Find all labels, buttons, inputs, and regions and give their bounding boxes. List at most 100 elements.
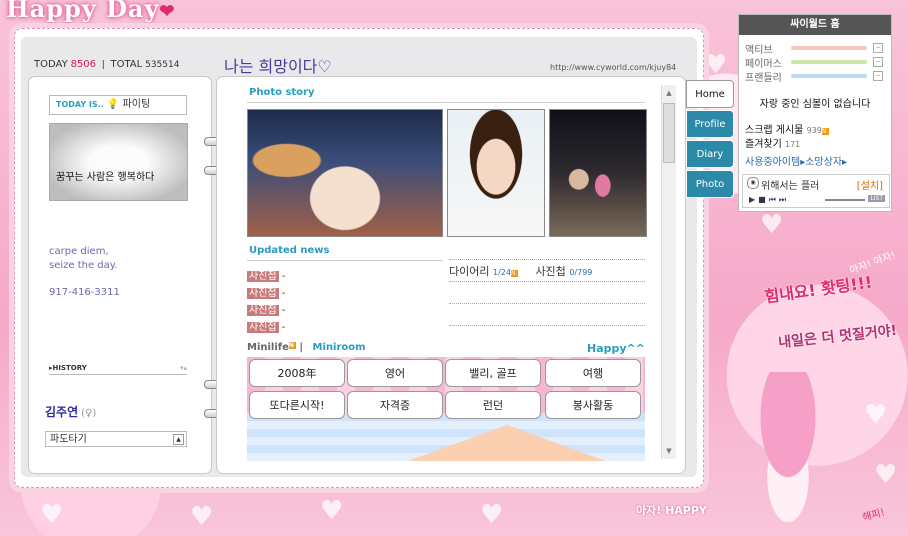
favorites-count: 171 <box>785 140 801 149</box>
new-badge-icon: N <box>288 342 296 349</box>
news-text: - <box>281 288 286 299</box>
total-label: TOTAL <box>110 59 143 70</box>
scroll-up-icon[interactable]: ▲ <box>663 87 675 99</box>
player-controls[interactable]: ▶■⏮⏭ <box>749 195 789 205</box>
minilife-header: MinilifeN | Miniroom <box>247 342 366 353</box>
homepage-title[interactable]: 나는 희망이다♡ <box>224 53 332 77</box>
dotted-divider <box>449 281 645 282</box>
heart-icon: ♥ <box>480 500 504 530</box>
speech-bubble[interactable]: 여행 <box>545 359 641 387</box>
photo-story-title[interactable]: Photo story <box>249 87 315 98</box>
today-is-box[interactable]: TODAY IS.. 💡 파이팅 <box>49 95 187 115</box>
heart-icon: ♥ <box>40 500 64 530</box>
main-scrollbar[interactable]: ▲ ▼ <box>661 85 676 459</box>
symbol-message: 자랑 중인 심볼이 없습니다 <box>759 99 871 110</box>
news-text: - <box>281 322 286 333</box>
owner-name-text: 김주연 <box>45 405 79 419</box>
speech-bubble[interactable]: 봉사활동 <box>545 391 641 419</box>
volume-slider[interactable] <box>825 199 865 201</box>
photo-story-image-3[interactable] <box>549 109 647 237</box>
heart-icon: ♥ <box>704 50 728 80</box>
dotted-divider <box>449 259 645 260</box>
minilife-link[interactable]: Minilife <box>247 342 289 353</box>
news-tag: 사진첩 <box>247 271 279 282</box>
tab-photo[interactable]: Photo <box>686 170 734 198</box>
album-count-link[interactable]: 사진첩 0/799 <box>535 265 592 278</box>
profile-photo-caption: 꿈꾸는 사람은 행복하다 <box>56 172 155 183</box>
new-badge-icon: N <box>821 128 829 135</box>
history-toggle[interactable]: ▸HISTORY ▾▴ <box>49 364 187 375</box>
surf-select-value: 파도타기 <box>50 434 87 445</box>
dotted-divider <box>449 303 645 304</box>
photo-story-image-1[interactable] <box>247 109 443 237</box>
diary-count-link[interactable]: 다이어리 1/24N <box>449 265 518 278</box>
homepage-url[interactable]: http://www.cyworld.com/kjuy84 <box>550 63 676 72</box>
heart-icon: ♥ <box>320 496 344 526</box>
bgm-player: ◉ 위해서는 플러 [설치] ▶■⏮⏭ LIST <box>742 174 890 208</box>
miniroom-link[interactable]: Miniroom <box>313 342 366 353</box>
items-link[interactable]: 사용중아이템▸소망상자▸ <box>745 153 847 168</box>
stat-label: 페이머스 <box>745 59 782 70</box>
profile-photo[interactable]: 꿈꾸는 사람은 행복하다 <box>49 123 188 201</box>
new-badge-icon: N <box>510 270 518 277</box>
main-panel: Photo story Updated news 사진첩 - 사진첩 - 사진첩… <box>216 76 686 474</box>
owner-name[interactable]: 김주연 (♀) <box>45 403 96 420</box>
profile-motto: carpe diem, seize the day. <box>49 245 117 273</box>
scroll-thumb[interactable] <box>663 103 675 163</box>
tab-profile[interactable]: Profile <box>686 110 734 138</box>
dotted-divider <box>449 325 645 326</box>
today-label: TODAY <box>34 59 68 70</box>
photo-story-image-2[interactable] <box>447 109 545 237</box>
news-item[interactable]: 사진첩 - <box>247 301 285 316</box>
tab-home[interactable]: Home <box>686 80 734 108</box>
skin-title: Happy Day❤ <box>6 0 176 23</box>
chevron-up-icon[interactable]: ▲ <box>173 434 184 445</box>
speech-bubble[interactable]: 또다른시작! <box>249 391 345 419</box>
lightbulb-icon: 💡 <box>106 99 120 110</box>
scrap-count: 939 <box>806 126 822 135</box>
diary-count: 1/24 <box>492 268 511 277</box>
motto-line: seize the day. <box>49 260 118 271</box>
favorites-link[interactable]: 즐겨찾기 171 <box>745 135 800 150</box>
expand-arrows-icon[interactable]: ▾▴ <box>180 364 187 372</box>
profile-phone: 917-416-3311 <box>49 287 120 298</box>
surf-select[interactable]: 파도타기 ▲ <box>45 431 187 447</box>
character-illustration <box>740 372 836 522</box>
news-item[interactable]: 사진첩 - <box>247 318 285 333</box>
owner-gender: (♀) <box>81 408 97 419</box>
news-text: - <box>281 271 286 282</box>
speech-bubble[interactable]: 런던 <box>445 391 541 419</box>
divider <box>247 102 645 103</box>
minus-icon[interactable]: − <box>873 71 883 81</box>
today-is-label: TODAY IS.. <box>56 100 104 109</box>
speech-bubble[interactable]: 밸리, 골프 <box>445 359 541 387</box>
favorites-label: 즐겨찾기 <box>745 139 782 150</box>
deco-text: 아자! HAPPY <box>636 504 707 517</box>
stat-label: 프랜들리 <box>745 73 782 84</box>
news-item[interactable]: 사진첩 - <box>247 267 285 282</box>
minus-icon[interactable]: − <box>873 43 883 53</box>
heart-icon: ♥ <box>864 400 888 430</box>
stat-bar <box>791 46 867 50</box>
minus-icon[interactable]: − <box>873 57 883 67</box>
player-setup-link[interactable]: [설치] <box>857 177 883 192</box>
playlist-button[interactable]: LIST <box>868 195 885 202</box>
speech-bubble[interactable]: 영어 <box>347 359 443 387</box>
stat-label: 액티브 <box>745 45 773 56</box>
speech-bubble[interactable]: 자격증 <box>347 391 443 419</box>
tab-diary[interactable]: Diary <box>686 140 734 168</box>
news-item[interactable]: 사진첩 - <box>247 284 285 299</box>
updated-news-title: Updated news <box>249 245 330 256</box>
news-text: - <box>281 305 286 316</box>
scrap-link[interactable]: 스크랩 게시물 939N <box>745 121 829 136</box>
cyworld-home-link[interactable]: 싸이월드 홈 <box>739 15 891 35</box>
speech-bubble[interactable]: 2008年 <box>249 359 345 387</box>
miniroom-scene[interactable]: 2008年 영어 밸리, 골프 여행 또다른시작! 자격증 런던 봉사활동 <box>247 357 645 461</box>
today-is-value: 파이팅 <box>122 99 151 110</box>
scroll-down-icon[interactable]: ▼ <box>663 445 675 457</box>
miniroom-title: Happy^^ <box>587 342 645 355</box>
visitor-counter: TODAY 8506 | TOTAL 535514 <box>34 59 180 70</box>
motto-line: carpe diem, <box>49 246 109 257</box>
player-status-icon: ◉ <box>747 177 759 189</box>
content-counts: 다이어리 1/24N 사진첩 0/799 <box>449 263 592 279</box>
